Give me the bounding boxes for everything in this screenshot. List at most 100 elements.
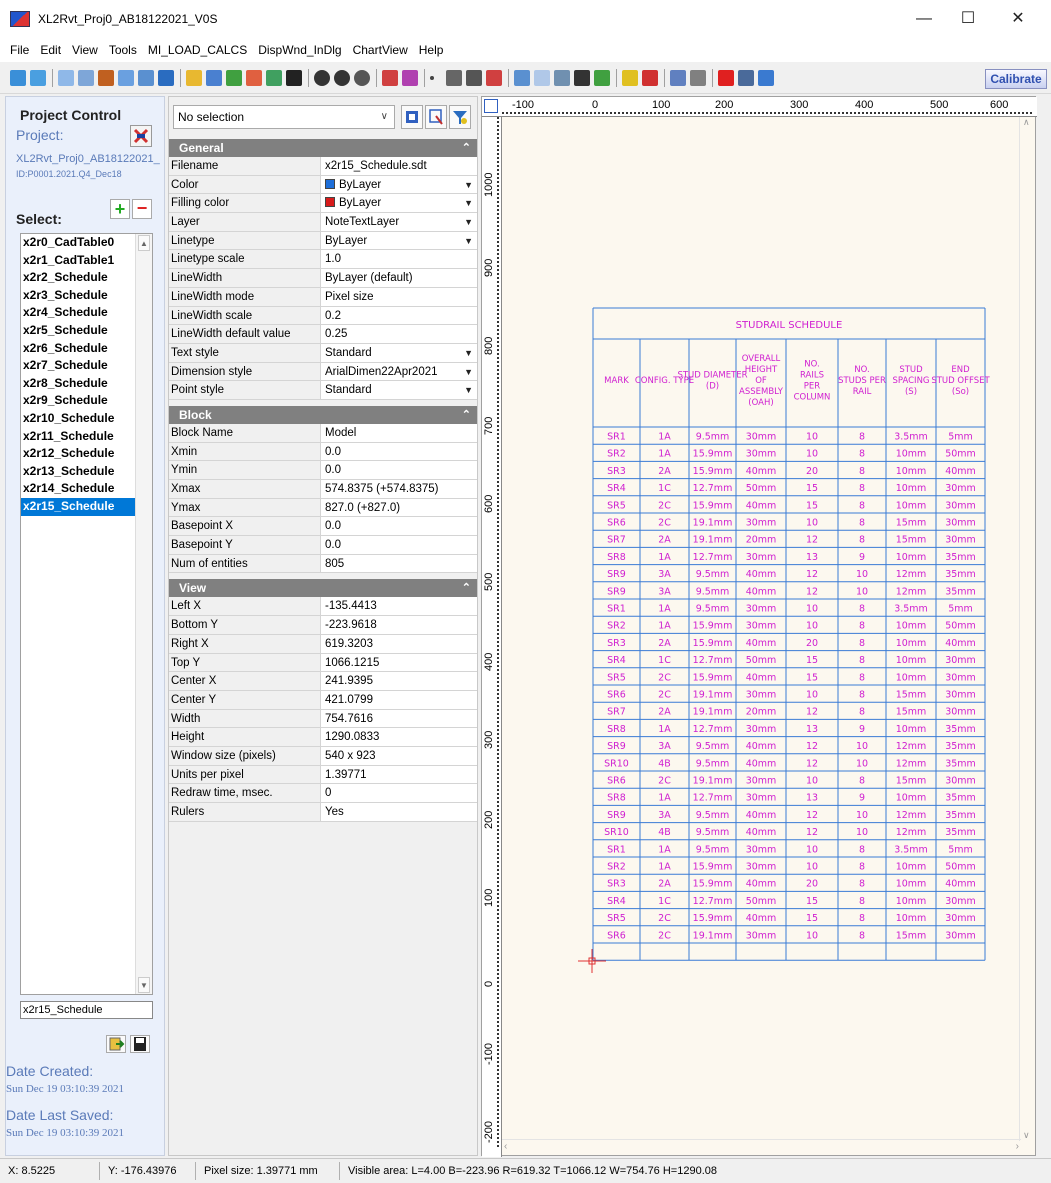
collapse-icon[interactable]: ⌃ [462, 406, 471, 424]
property-value[interactable]: 827.0 (+827.0) [321, 498, 477, 517]
list-item[interactable]: x2r10_Schedule [21, 410, 152, 428]
export-icon[interactable] [158, 70, 174, 86]
property-value[interactable]: 0 [321, 784, 477, 802]
scroll-left-icon[interactable]: ‹ [504, 1141, 507, 1152]
property-value[interactable]: ArialDimen22Apr2021 ▼ [321, 362, 477, 381]
block-icon[interactable] [594, 70, 610, 86]
menu-chartview[interactable]: ChartView [353, 43, 408, 57]
collapse-icon[interactable]: ⌃ [462, 579, 471, 597]
list-item[interactable]: x2r4_Schedule [21, 304, 152, 322]
horizontal-scrollbar[interactable]: ‹ › [502, 1139, 1021, 1155]
list-item[interactable]: x2r12_Schedule [21, 445, 152, 463]
undo-icon[interactable] [314, 70, 330, 86]
select-objects-icon[interactable] [382, 70, 398, 86]
selected-name-input[interactable]: x2r15_Schedule [20, 1001, 153, 1019]
property-value[interactable]: 1290.0833 [321, 728, 477, 746]
scroll-up-icon[interactable]: ▲ [138, 235, 150, 251]
maximize-button[interactable]: ☐ [948, 8, 988, 30]
list-item[interactable]: x2r13_Schedule [21, 463, 152, 481]
calibrate-button[interactable]: Calibrate [985, 69, 1047, 89]
property-value[interactable]: Standard ▼ [321, 381, 477, 399]
export-button[interactable] [106, 1035, 126, 1053]
ruler-corner-icon[interactable] [484, 99, 498, 113]
list-scrollbar[interactable]: ▲ ▼ [135, 234, 152, 994]
menu-view[interactable]: View [72, 43, 98, 57]
properties-icon[interactable] [670, 70, 686, 86]
property-value[interactable]: 754.7616 [321, 709, 477, 728]
categorized-icon[interactable] [401, 105, 423, 129]
open-folder-icon[interactable] [186, 70, 202, 86]
line-icon[interactable] [446, 70, 462, 86]
hatch-icon[interactable] [622, 70, 638, 86]
list-item[interactable]: x2r3_Schedule [21, 287, 152, 305]
list-item[interactable]: x2r1_CadTable1 [21, 252, 152, 270]
property-value[interactable]: 619.3203 [321, 634, 477, 653]
list-item[interactable]: x2r11_Schedule [21, 428, 152, 446]
layers-icon[interactable] [98, 70, 114, 86]
zoom-icon[interactable] [354, 70, 370, 86]
list-icon[interactable] [738, 70, 754, 86]
property-value[interactable]: 574.8375 (+574.8375) [321, 480, 477, 498]
property-value[interactable]: Pixel size [321, 287, 477, 306]
list-item[interactable]: x2r6_Schedule [21, 340, 152, 358]
list-item[interactable]: x2r0_CadTable0 [21, 234, 152, 252]
filter-icon[interactable] [449, 105, 471, 129]
list-item[interactable]: x2r14_Schedule [21, 480, 152, 498]
property-value[interactable]: 0.0 [321, 461, 477, 479]
property-value[interactable]: Yes [321, 803, 477, 821]
property-value[interactable]: 0.2 [321, 306, 477, 325]
property-value[interactable]: Standard ▼ [321, 343, 477, 362]
point-icon[interactable] [430, 76, 434, 80]
close-button[interactable]: ✕ [998, 8, 1038, 30]
new-table-icon[interactable] [58, 70, 74, 86]
arc-icon[interactable] [402, 70, 418, 86]
list-item[interactable]: x2r15_Schedule [21, 497, 152, 516]
property-value[interactable]: 0.25 [321, 325, 477, 343]
scroll-down-icon[interactable]: ▼ [138, 977, 150, 993]
list-item[interactable]: x2r5_Schedule [21, 322, 152, 340]
scroll-right-icon[interactable]: › [1016, 1141, 1019, 1152]
dropdown-arrow-icon[interactable]: ▼ [464, 344, 473, 362]
schedule-drawing[interactable]: STUDRAIL SCHEDULEMARK CONFIG. TYPESTUD DI… [482, 97, 1037, 1157]
selection-dropdown[interactable]: No selection ∨ [173, 105, 395, 129]
menu-tools[interactable]: Tools [109, 43, 137, 57]
property-value[interactable]: 1.0 [321, 250, 477, 269]
property-value[interactable]: ByLayer (default) [321, 269, 477, 287]
select-tool-icon[interactable] [10, 70, 26, 86]
property-value[interactable]: ByLayer ▼ [321, 194, 477, 213]
scroll-down-icon[interactable]: ∨ [1023, 1130, 1030, 1141]
vertical-scrollbar[interactable]: ∧ ∨ [1019, 117, 1035, 1141]
grid-icon[interactable] [138, 70, 154, 86]
save-block-icon[interactable] [574, 70, 590, 86]
dropdown-arrow-icon[interactable]: ▼ [464, 213, 473, 231]
dropdown-arrow-icon[interactable]: ▼ [464, 363, 473, 381]
delete-icon[interactable] [718, 70, 734, 86]
scroll-up-icon[interactable]: ∧ [1023, 117, 1030, 128]
drawing-canvas[interactable]: -100 0 100 200 300 400 500 600 1000 900 800 700 600… [481, 96, 1037, 1157]
dropdown-arrow-icon[interactable]: ▼ [464, 381, 473, 399]
insert-icon[interactable] [226, 70, 242, 86]
section-header-view[interactable]: View ⌃ [169, 579, 477, 598]
schedule-icon[interactable] [118, 70, 134, 86]
page-icon[interactable] [554, 70, 570, 86]
dropdown-arrow-icon[interactable]: ▼ [464, 194, 473, 212]
menu-help[interactable]: Help [419, 43, 444, 57]
property-value[interactable]: 805 [321, 554, 477, 573]
redo-icon[interactable] [334, 70, 350, 86]
grid-view-icon[interactable] [206, 70, 222, 86]
pdf-icon[interactable] [246, 70, 262, 86]
property-value[interactable]: 0.0 [321, 536, 477, 554]
menu-load-calcs[interactable]: MI_LOAD_CALCS [148, 43, 247, 57]
pick-tool-icon[interactable] [30, 70, 46, 86]
property-value[interactable]: -135.4413 [321, 597, 477, 616]
polyline-icon[interactable] [466, 70, 482, 86]
cut-icon[interactable] [690, 70, 706, 86]
list-item[interactable]: x2r8_Schedule [21, 375, 152, 393]
property-value[interactable]: ByLayer ▼ [321, 175, 477, 194]
list-item[interactable]: x2r2_Schedule [21, 269, 152, 287]
schedule-list[interactable]: x2r0_CadTable0 x2r1_CadTable1 x2r2_Schedul… [20, 233, 153, 995]
property-value[interactable]: 0.0 [321, 517, 477, 536]
property-value[interactable]: -223.9618 [321, 616, 477, 634]
section-header-block[interactable]: Block ⌃ [169, 405, 477, 424]
dropdown-arrow-icon[interactable]: ▼ [464, 176, 473, 194]
